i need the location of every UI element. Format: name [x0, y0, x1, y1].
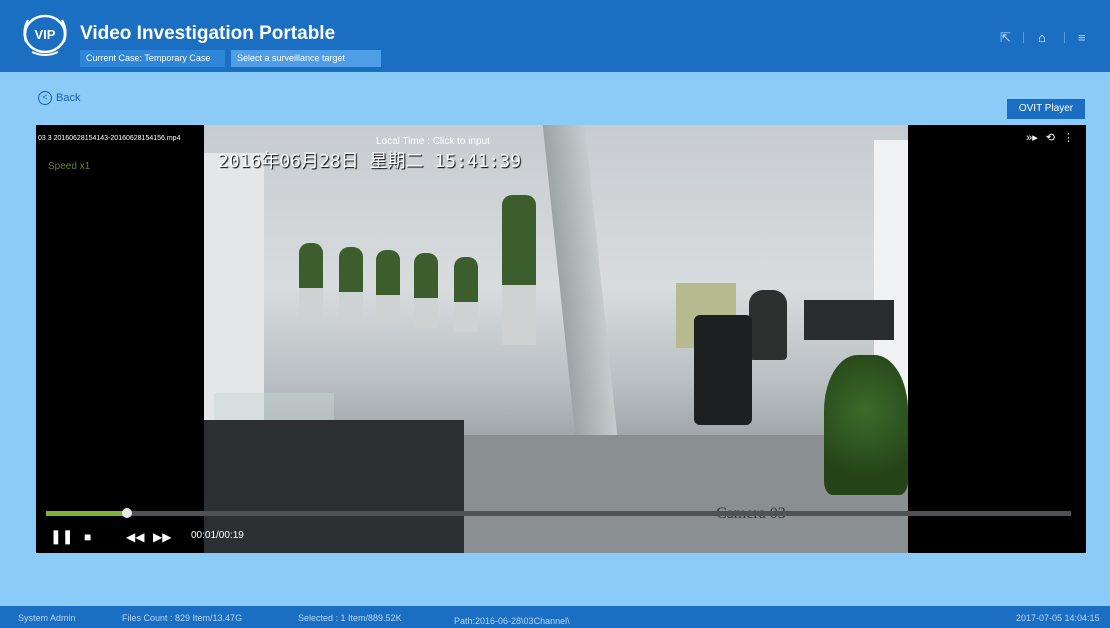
progress-handle[interactable] — [121, 508, 132, 518]
fast-forward-toggle-icon[interactable]: »▸ — [1026, 131, 1038, 144]
status-bar: System Admin Files Count : 829 Item/13.4… — [0, 606, 1110, 628]
status-path: Path:2016-06-28\03Channel\ — [454, 616, 570, 626]
back-arrow-icon: < — [38, 91, 52, 105]
svg-text:VIP: VIP — [35, 27, 56, 42]
video-scene-plant — [299, 243, 323, 318]
status-user: System Admin — [18, 613, 76, 623]
video-scene-pillar — [542, 125, 618, 435]
select-target-button[interactable]: Select a surveillance target — [231, 50, 381, 67]
video-scene-chair — [694, 315, 752, 425]
progress-bar[interactable] — [46, 508, 1071, 518]
status-selected: Selected : 1 Item/889.52K — [298, 613, 402, 623]
back-button[interactable]: < Back — [38, 91, 80, 105]
status-datetime: 2017-07-05 14:04:15 — [1016, 613, 1100, 623]
current-case-label[interactable]: Current Case: Temporary Case — [80, 50, 225, 67]
progress-fill — [46, 511, 127, 516]
ovit-player-button[interactable]: OVIT Player — [1007, 99, 1085, 119]
rewind-icon[interactable]: ◀◀ — [126, 530, 144, 544]
timecode: 00:01/00:19 — [191, 530, 244, 541]
app-title: Video Investigation Portable — [80, 23, 336, 44]
video-scene-plant — [454, 257, 478, 332]
video-scene-plant — [414, 253, 438, 328]
player-top-controls: »▸ ⟲ ⋮ — [1026, 131, 1074, 144]
menu-icon[interactable]: ≡ — [1078, 30, 1086, 45]
header-divider — [1023, 32, 1024, 43]
home-icon[interactable]: ⌂ — [1038, 30, 1046, 45]
vip-logo: VIP — [23, 14, 67, 56]
file-name: 03 3 20160628154143-20160628154156.mp4 — [38, 135, 181, 142]
video-frame[interactable]: 2016年06月28日 星期二 15:41:39 Camera 03 — [204, 125, 908, 553]
stop-icon[interactable]: ■ — [84, 530, 91, 544]
more-options-icon[interactable]: ⋮ — [1063, 131, 1074, 144]
back-label: Back — [56, 92, 81, 104]
local-time-input[interactable]: Local Time : Click to input — [376, 136, 490, 147]
status-files-count: Files Count : 829 Item/13.47G — [122, 613, 243, 623]
fast-forward-icon[interactable]: ▶▶ — [153, 530, 171, 544]
app-header: VIP Video Investigation Portable Current… — [0, 0, 1110, 72]
video-scene-person — [749, 290, 787, 360]
timestamp-overlay: 2016年06月28日 星期二 15:41:39 — [218, 151, 522, 172]
speed-indicator: Speed x1 — [48, 161, 91, 172]
video-scene-monitors — [804, 300, 894, 340]
video-scene-plant — [376, 250, 400, 325]
video-scene-plant — [502, 195, 536, 345]
export-icon[interactable]: ⇱ — [1000, 30, 1011, 46]
loop-icon[interactable]: ⟲ — [1046, 131, 1055, 144]
video-player[interactable]: 2016年06月28日 星期二 15:41:39 Camera 03 03 3 … — [36, 125, 1086, 553]
video-scene-greenery — [824, 355, 908, 495]
header-divider — [1064, 32, 1065, 43]
video-scene-plant — [339, 247, 363, 322]
pause-icon[interactable]: ❚❚ — [50, 528, 73, 545]
